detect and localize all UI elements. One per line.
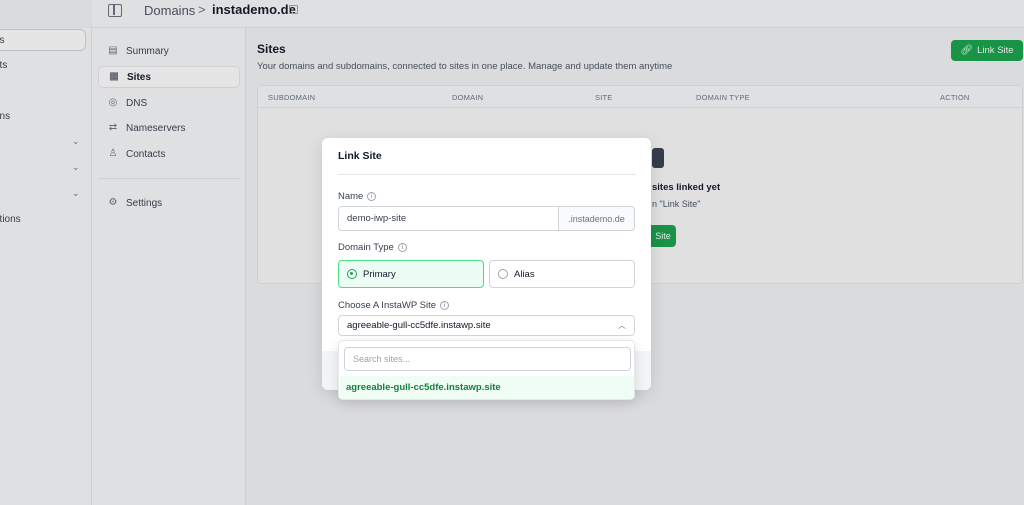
info-icon[interactable]: i [397,243,407,252]
name-label: Name i [338,191,377,202]
radio-unselected-icon [498,269,508,279]
site-select-value: agreeable-gull-cc5dfe.instawp.site [347,320,491,331]
site-select[interactable]: agreeable-gull-cc5dfe.instawp.site ︿ [338,315,635,336]
site-option[interactable]: agreeable-gull-cc5dfe.instawp.site [340,376,634,399]
domain-type-label-text: Domain Type [338,242,394,253]
option-label: Alias [514,268,535,280]
domain-suffix: .instademo.de [558,206,635,231]
modal-title: Link Site [338,150,382,162]
domain-type-primary-option[interactable]: Primary [338,260,484,288]
site-search-input[interactable] [344,347,631,371]
chevron-up-icon: ︿ [618,321,626,330]
domain-type-label: Domain Type i [338,242,407,253]
modal-divider [338,174,636,175]
name-label-text: Name [338,191,364,202]
site-dropdown: agreeable-gull-cc5dfe.instawp.site [338,340,635,400]
name-input[interactable]: demo-iwp-site [338,206,559,231]
info-icon[interactable]: i [440,301,450,310]
radio-selected-icon [347,269,357,279]
info-icon[interactable]: i [367,192,377,201]
site-select-label-text: Choose A InstaWP Site [338,300,437,311]
domain-type-alias-option[interactable]: Alias [489,260,635,288]
site-select-label: Choose A InstaWP Site i [338,300,450,311]
option-label: Primary [363,268,396,280]
